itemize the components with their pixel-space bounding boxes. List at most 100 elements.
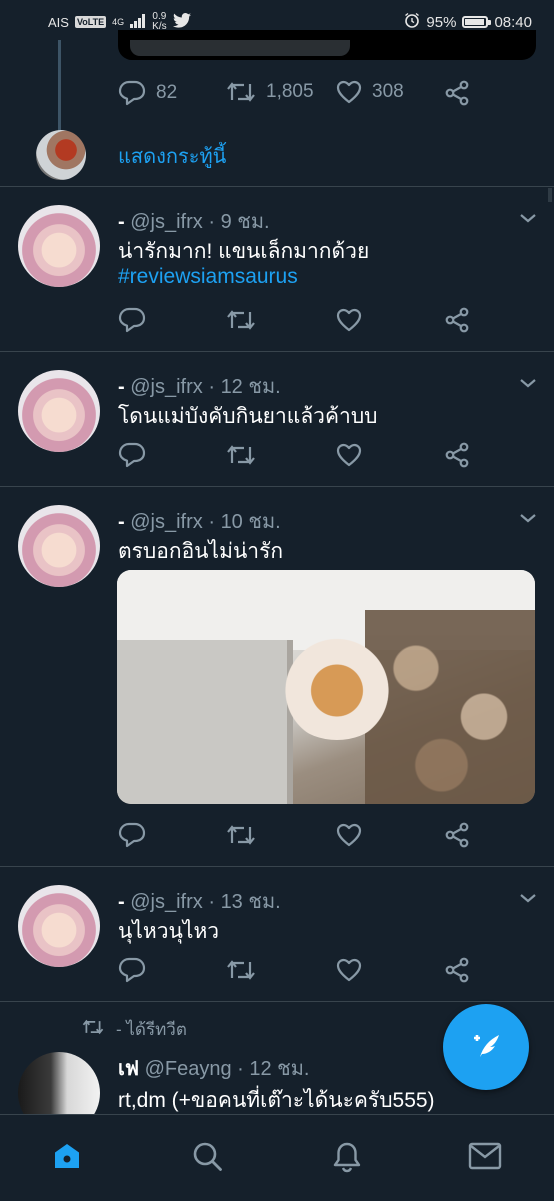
retweet-button[interactable]: 1,805 xyxy=(226,80,314,104)
handle[interactable]: @js_ifrx xyxy=(130,891,203,913)
retweet-count: 1,805 xyxy=(266,81,314,102)
handle[interactable]: @js_ifrx xyxy=(130,211,203,233)
share-button[interactable] xyxy=(444,307,470,333)
search-icon xyxy=(192,1142,224,1177)
separator: · xyxy=(237,1058,244,1080)
nav-search[interactable] xyxy=(192,1141,224,1178)
avatar[interactable] xyxy=(18,370,100,452)
timestamp[interactable]: 9 ชม. xyxy=(221,211,270,233)
tweet-text: นุไหวนุไหว xyxy=(118,920,220,943)
share-button[interactable] xyxy=(444,822,470,848)
like-icon xyxy=(336,308,362,332)
chevron-down-icon[interactable] xyxy=(516,886,540,910)
timestamp[interactable]: 10 ชม. xyxy=(221,511,281,533)
divider xyxy=(0,486,554,487)
retweet-icon xyxy=(226,308,256,332)
share-icon xyxy=(444,957,470,983)
nav-home[interactable] xyxy=(52,1141,82,1176)
timestamp[interactable]: 12 ชม. xyxy=(249,1058,309,1080)
separator: · xyxy=(208,376,215,398)
chevron-down-icon[interactable] xyxy=(516,506,540,530)
reply-button[interactable] xyxy=(118,307,146,333)
like-button[interactable] xyxy=(336,958,362,982)
retweet-icon xyxy=(226,443,256,467)
compose-button[interactable] xyxy=(443,1004,529,1090)
tweet-text: rt,dm (+ขอคนที่เต๊าะได้นะครับ555) xyxy=(118,1089,435,1112)
bell-icon xyxy=(332,1142,362,1177)
share-icon xyxy=(444,80,470,106)
divider xyxy=(0,1001,554,1002)
like-button[interactable] xyxy=(336,308,362,332)
clock: 08:40 xyxy=(494,13,532,31)
like-button[interactable] xyxy=(336,443,362,467)
handle[interactable]: @Feayng xyxy=(145,1058,232,1080)
tweet-text: น่ารักมาก! แขนเล็กมากด้วย xyxy=(118,240,370,263)
retweet-icon xyxy=(226,958,256,982)
retweet-icon xyxy=(226,80,256,104)
photo-step xyxy=(117,640,293,804)
retweet-button[interactable] xyxy=(226,443,256,467)
timestamp[interactable]: 12 ชม. xyxy=(221,376,281,398)
mail-icon xyxy=(468,1142,502,1175)
display-name[interactable]: - xyxy=(118,211,125,233)
avatar[interactable] xyxy=(18,505,100,587)
avatar[interactable] xyxy=(18,885,100,967)
share-button[interactable] xyxy=(444,957,470,983)
display-name[interactable]: เฟ xyxy=(118,1058,139,1080)
nav-messages[interactable] xyxy=(468,1141,502,1176)
tweet-text: ตรบอกอินไม่น่ารัก xyxy=(118,540,284,563)
divider xyxy=(0,866,554,867)
volte-badge: VoLTE xyxy=(74,16,107,28)
tweet-header: - @js_ifrx · 10 ชม. xyxy=(118,505,281,537)
handle[interactable]: @js_ifrx xyxy=(130,511,203,533)
display-name[interactable]: - xyxy=(118,511,125,533)
hashtag-link[interactable]: #reviewsiamsaurus xyxy=(118,265,298,289)
retweet-button[interactable] xyxy=(226,823,256,847)
network-label: 4G xyxy=(112,17,125,27)
tweet-header: - @js_ifrx · 13 ชม. xyxy=(118,885,281,917)
chevron-down-icon[interactable] xyxy=(516,371,540,395)
bottom-nav xyxy=(0,1114,554,1201)
twitter-bird-icon xyxy=(172,13,191,31)
scrollbar[interactable] xyxy=(548,188,552,202)
separator: · xyxy=(208,211,215,233)
tweet-header: - @js_ifrx · 12 ชม. xyxy=(118,370,281,402)
like-button[interactable] xyxy=(336,823,362,847)
reply-count: 82 xyxy=(156,82,178,103)
show-thread-link[interactable]: แสดงกระทู้นี้ xyxy=(118,140,226,172)
like-button[interactable]: 308 xyxy=(336,80,404,104)
handle[interactable]: @js_ifrx xyxy=(130,376,203,398)
status-right: 95% 08:40 xyxy=(404,12,532,32)
thread-avatar[interactable] xyxy=(36,130,86,180)
tweet-photo[interactable] xyxy=(117,570,535,804)
embedded-card-footer xyxy=(130,40,350,56)
retweet-button[interactable] xyxy=(226,958,256,982)
share-button[interactable] xyxy=(444,80,470,106)
reply-button[interactable] xyxy=(118,822,146,848)
timestamp[interactable]: 13 ชม. xyxy=(221,891,281,913)
reply-icon xyxy=(118,307,146,333)
retweet-banner-text[interactable]: - ได้รีทวีต xyxy=(116,1016,187,1043)
battery-percent: 95% xyxy=(426,13,457,31)
retweet-button[interactable] xyxy=(226,308,256,332)
avatar[interactable] xyxy=(18,205,100,287)
chevron-down-icon[interactable] xyxy=(516,206,540,230)
like-icon xyxy=(336,443,362,467)
share-button[interactable] xyxy=(444,442,470,468)
display-name[interactable]: - xyxy=(118,891,125,913)
reply-icon xyxy=(118,822,146,848)
photo-kitten xyxy=(277,630,397,740)
reply-button[interactable] xyxy=(118,957,146,983)
separator: · xyxy=(208,511,215,533)
display-name[interactable]: - xyxy=(118,376,125,398)
reply-button[interactable] xyxy=(118,442,146,468)
nav-notifications[interactable] xyxy=(332,1141,362,1178)
retweet-icon xyxy=(226,823,256,847)
retweet-small-icon xyxy=(82,1018,104,1041)
like-count: 308 xyxy=(372,81,404,102)
signal-icon xyxy=(130,13,146,31)
reply-button[interactable]: 82 xyxy=(118,80,177,106)
home-icon xyxy=(52,1144,82,1175)
carrier-label: AIS xyxy=(48,14,69,30)
retweet-banner: - ได้รีทวีต xyxy=(82,1016,187,1043)
